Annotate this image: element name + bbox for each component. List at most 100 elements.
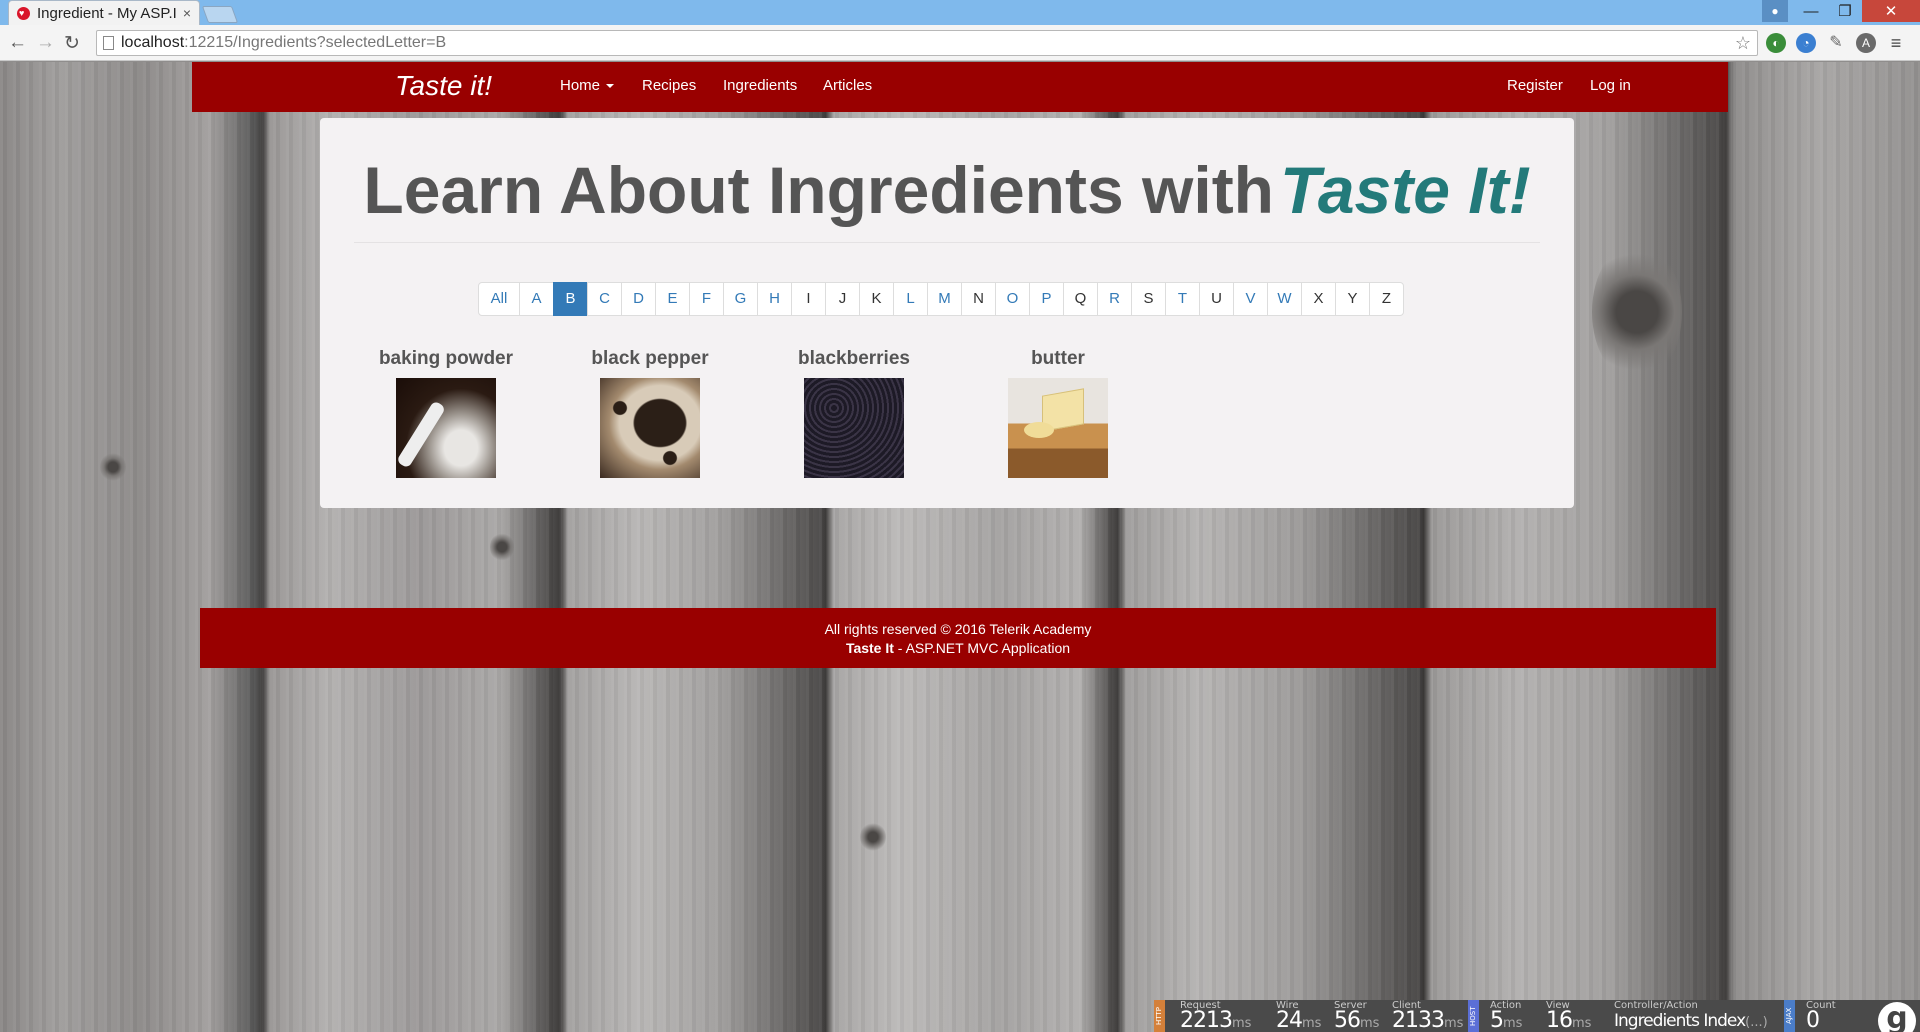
ingredient-name[interactable]: blackberries [752, 348, 956, 370]
caret-down-icon [606, 84, 615, 89]
letter-link-a[interactable]: A [519, 282, 554, 316]
page-title: Learn About Ingredients withTaste It! [320, 152, 1574, 228]
letter-link-x[interactable]: X [1301, 282, 1336, 316]
glimpse-http-tag: HTTP [1154, 1000, 1165, 1032]
window-controls: ● — ❐ ✕ [1762, 0, 1920, 22]
wood-knot [100, 452, 126, 482]
glimpse-wire-unit: ms [1302, 1016, 1322, 1031]
page-icon [103, 36, 114, 50]
tab-close-icon[interactable]: × [183, 5, 191, 21]
page-title-text: Learn About Ingredients with [363, 153, 1274, 227]
site-navbar: Taste it! Home Recipes Ingredients Artic… [192, 62, 1728, 112]
letter-link-e[interactable]: E [655, 282, 690, 316]
nav-articles[interactable]: Articles [823, 77, 872, 94]
extension-angular-icon[interactable]: A [1856, 33, 1876, 53]
letter-link-m[interactable]: M [927, 282, 962, 316]
letter-link-q[interactable]: Q [1063, 282, 1098, 316]
ingredient-name[interactable]: butter [956, 348, 1160, 370]
profile-icon[interactable]: ● [1762, 0, 1788, 22]
letter-link-z[interactable]: Z [1369, 282, 1404, 316]
letter-link-o[interactable]: O [995, 282, 1030, 316]
restore-icon[interactable]: ❐ [1828, 0, 1862, 22]
ingredient-image[interactable] [1008, 378, 1108, 478]
register-link[interactable]: Register [1507, 77, 1563, 94]
extension-eyedropper-icon[interactable]: ✎ [1826, 33, 1846, 53]
ingredient-card[interactable]: black pepper [548, 348, 752, 478]
glimpse-controller-value: Ingredients Index [1614, 1011, 1746, 1031]
extension-globe-icon[interactable]: ◐ [1766, 33, 1786, 53]
browser-tab[interactable]: Ingredient - My ASP.I × [8, 0, 200, 25]
address-bar[interactable]: localhost:12215/Ingredients?selectedLett… [96, 30, 1758, 56]
letter-link-c[interactable]: C [587, 282, 622, 316]
glimpse-view-value: 16 [1546, 1008, 1573, 1032]
nav-home-label: Home [560, 77, 601, 94]
letter-link-f[interactable]: F [689, 282, 724, 316]
ingredient-card[interactable]: baking powder [344, 348, 548, 478]
bookmark-star-icon[interactable]: ☆ [1735, 31, 1751, 55]
glimpse-server-unit: ms [1360, 1016, 1380, 1031]
ingredient-name[interactable]: black pepper [548, 348, 752, 370]
glimpse-host-tag: HOST [1468, 1000, 1479, 1032]
glimpse-server[interactable]: Server 56ms [1334, 1000, 1380, 1032]
glimpse-logo-icon[interactable]: g [1878, 1002, 1916, 1032]
letter-link-h[interactable]: H [757, 282, 792, 316]
glimpse-action[interactable]: Action 5ms [1490, 1000, 1523, 1032]
ingredient-card[interactable]: blackberries [752, 348, 956, 478]
letter-link-i[interactable]: I [791, 282, 826, 316]
letter-link-j[interactable]: J [825, 282, 860, 316]
browser-titlebar: Ingredient - My ASP.I × ● — ❐ ✕ [0, 0, 1920, 25]
letter-link-s[interactable]: S [1131, 282, 1166, 316]
letter-link-k[interactable]: K [859, 282, 894, 316]
ingredient-image[interactable] [804, 378, 904, 478]
ingredient-image[interactable] [600, 378, 700, 478]
letter-link-l[interactable]: L [893, 282, 928, 316]
ingredient-card[interactable]: butter [956, 348, 1160, 478]
letter-link-b[interactable]: B [553, 282, 588, 316]
glimpse-bar[interactable]: HTTP Request 2213ms Wire 24ms Server 56ms C… [1154, 1000, 1920, 1032]
letter-link-y[interactable]: Y [1335, 282, 1370, 316]
footer-app: - ASP.NET MVC Application [893, 640, 1071, 656]
letter-link-n[interactable]: N [961, 282, 996, 316]
glimpse-controller-label: Controller/Action [1614, 1000, 1698, 1011]
forward-arrow-icon[interactable]: → [36, 32, 55, 54]
close-window-icon[interactable]: ✕ [1862, 0, 1920, 22]
letter-link-d[interactable]: D [621, 282, 656, 316]
footer-tagline: Taste It - ASP.NET MVC Application [200, 639, 1716, 658]
brand-logo[interactable]: Taste it! [395, 70, 492, 102]
letter-link-r[interactable]: R [1097, 282, 1132, 316]
ingredient-name[interactable]: baking powder [344, 348, 548, 370]
letter-pagination: All A B C D E F G H I J K L M N O P Q R S T U V W X Y Z [478, 282, 1404, 316]
nav-recipes[interactable]: Recipes [642, 77, 696, 94]
glimpse-view-unit: ms [1572, 1016, 1592, 1031]
ingredient-image[interactable] [396, 378, 496, 478]
glimpse-server-value: 56 [1334, 1008, 1361, 1032]
chrome-menu-icon[interactable]: ≡ [1886, 33, 1906, 53]
back-arrow-icon[interactable]: ← [8, 32, 27, 54]
nav-home-dropdown[interactable]: Home [560, 77, 615, 94]
wood-knot [490, 532, 514, 562]
letter-link-v[interactable]: V [1233, 282, 1268, 316]
glimpse-count[interactable]: Count 0 [1806, 1000, 1836, 1032]
reload-icon[interactable]: ↻ [64, 32, 80, 55]
glimpse-request-unit: ms [1232, 1016, 1252, 1031]
glimpse-action-unit: ms [1503, 1016, 1523, 1031]
letter-link-u[interactable]: U [1199, 282, 1234, 316]
glimpse-view[interactable]: View 16ms [1546, 1000, 1592, 1032]
extension-speed-icon[interactable]: ◔ [1796, 33, 1816, 53]
nav-ingredients[interactable]: Ingredients [723, 77, 797, 94]
site-footer: All rights reserved © 2016 Telerik Acade… [200, 608, 1716, 668]
glimpse-client[interactable]: Client 2133ms [1392, 1000, 1463, 1032]
new-tab-button[interactable] [201, 6, 239, 23]
wood-knot [860, 822, 886, 852]
letter-link-w[interactable]: W [1267, 282, 1302, 316]
login-link[interactable]: Log in [1590, 77, 1631, 94]
glimpse-controller-action[interactable]: Controller/Action Ingredients Index(...) [1614, 1000, 1768, 1031]
minimize-icon[interactable]: — [1794, 0, 1828, 22]
glimpse-request[interactable]: Request 2213ms [1180, 1000, 1252, 1032]
letter-link-g[interactable]: G [723, 282, 758, 316]
glimpse-action-value: 5 [1490, 1008, 1504, 1032]
letter-link-t[interactable]: T [1165, 282, 1200, 316]
letter-link-p[interactable]: P [1029, 282, 1064, 316]
glimpse-wire[interactable]: Wire 24ms [1276, 1000, 1322, 1032]
letter-link-all[interactable]: All [478, 282, 520, 316]
